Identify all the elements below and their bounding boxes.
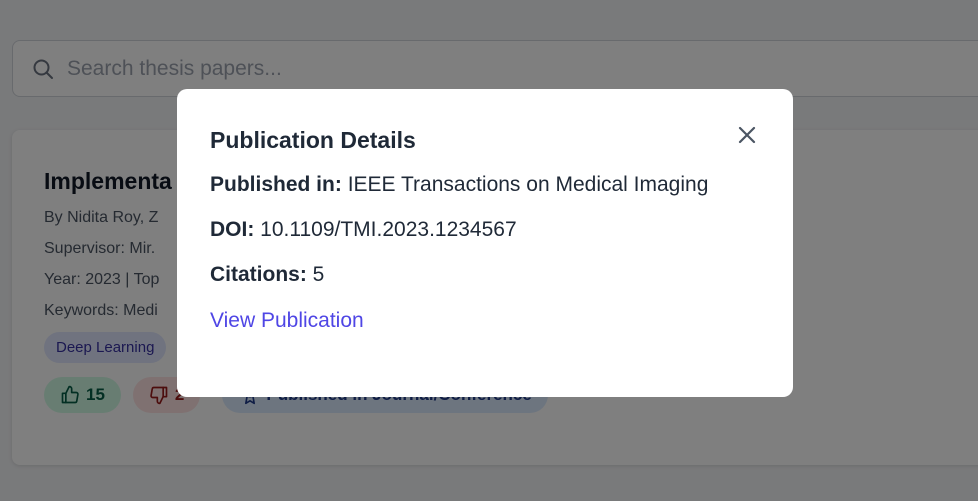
published-in-label: Published in: [210,173,342,196]
citations-label: Citations: [210,263,307,286]
modal-title: Publication Details [210,127,416,153]
citations-value: 5 [312,263,325,286]
view-publication-link[interactable]: View Publication [210,309,364,333]
doi-row: DOI: 10.1109/TMI.2023.1234567 [210,218,761,242]
published-in-value: IEEE Transactions on Medical Imaging [347,173,709,196]
publication-details-modal: Publication Details Published in: IEEE T… [177,89,793,397]
published-in-row: Published in: IEEE Transactions on Medic… [210,173,761,197]
doi-label: DOI: [210,218,255,241]
close-icon [738,126,756,144]
doi-value: 10.1109/TMI.2023.1234567 [260,218,517,241]
citations-row: Citations: 5 [210,263,761,287]
page: Implementa By Nidita Roy, Z Supervisor: … [0,0,978,501]
close-button[interactable] [735,123,759,147]
